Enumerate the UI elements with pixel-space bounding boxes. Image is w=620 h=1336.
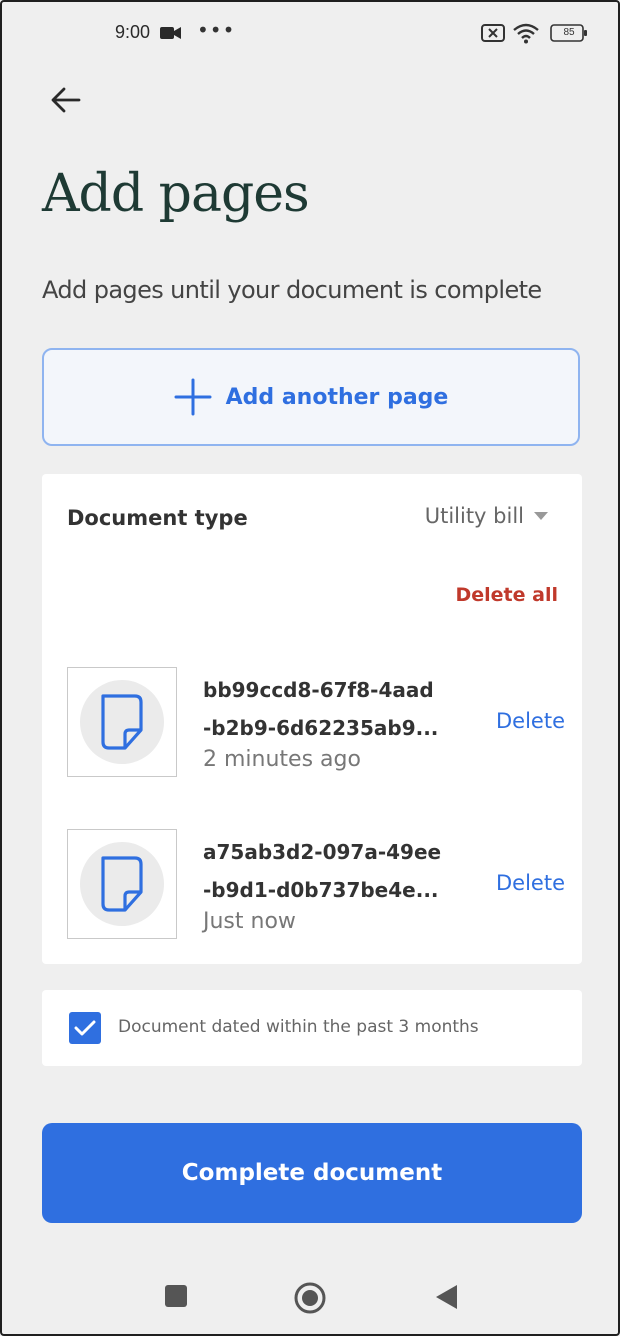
document-type-select[interactable]: Utility bill xyxy=(425,504,548,528)
document-type-value: Utility bill xyxy=(424,504,524,528)
list-item: bb99ccd8-67f8-4aad -b2b9-6d62235ab9... 2… xyxy=(67,667,567,779)
battery-level: 85 xyxy=(563,27,575,38)
more-notifications-icon: ••• xyxy=(197,18,236,42)
page-file-name: bb99ccd8-67f8-4aad -b2b9-6d62235ab9... xyxy=(203,678,439,740)
page-timestamp: 2 minutes ago xyxy=(203,747,361,772)
document-type-label: Document type xyxy=(67,506,248,530)
complete-document-button[interactable]: Complete document xyxy=(42,1123,582,1223)
delete-page-button[interactable]: Delete xyxy=(496,709,565,733)
recents-square-icon[interactable] xyxy=(164,1284,188,1308)
page-timestamp: Just now xyxy=(203,909,296,934)
document-card: Document type Utility bill Delete all bb… xyxy=(42,474,582,964)
video-camera-icon xyxy=(160,27,181,39)
phone-screen: 9:00 ••• 85 Add pages Add pages until yo… xyxy=(0,0,620,1336)
delete-page-button[interactable]: Delete xyxy=(496,871,565,895)
add-another-page-label: Add another page xyxy=(225,384,449,410)
arrow-left-icon xyxy=(51,87,81,113)
page-thumbnail[interactable] xyxy=(67,829,177,939)
page-title: Add pages xyxy=(42,164,310,224)
list-item: a75ab3d2-097a-49ee -b9d1-d0b737be4e... J… xyxy=(67,829,567,941)
page-thumbnail[interactable] xyxy=(67,667,177,777)
caret-down-icon xyxy=(534,512,548,520)
add-another-page-button[interactable]: Add another page xyxy=(42,348,580,446)
document-page-icon xyxy=(101,856,143,912)
page-file-name: a75ab3d2-097a-49ee -b9d1-d0b737be4e... xyxy=(203,840,442,902)
status-time: 9:00 xyxy=(115,22,151,42)
status-bar: 9:00 ••• 85 xyxy=(2,16,618,52)
back-button[interactable] xyxy=(46,80,86,120)
date-confirmation-card: Document dated within the past 3 months xyxy=(42,990,582,1066)
page-subtitle: Add pages until your document is complet… xyxy=(42,276,542,304)
date-checkbox-label: Document dated within the past 3 months xyxy=(118,1017,479,1037)
sim-off-icon xyxy=(481,24,505,42)
plus-icon xyxy=(174,378,212,416)
system-navigation-bar xyxy=(2,1276,618,1322)
wifi-icon xyxy=(513,23,539,44)
checkmark-icon xyxy=(74,1020,96,1036)
home-circle-icon[interactable] xyxy=(294,1282,326,1314)
delete-all-button[interactable]: Delete all xyxy=(456,584,559,606)
document-page-icon xyxy=(101,694,143,750)
back-triangle-icon[interactable] xyxy=(434,1284,458,1310)
date-checkbox[interactable] xyxy=(69,1012,101,1044)
